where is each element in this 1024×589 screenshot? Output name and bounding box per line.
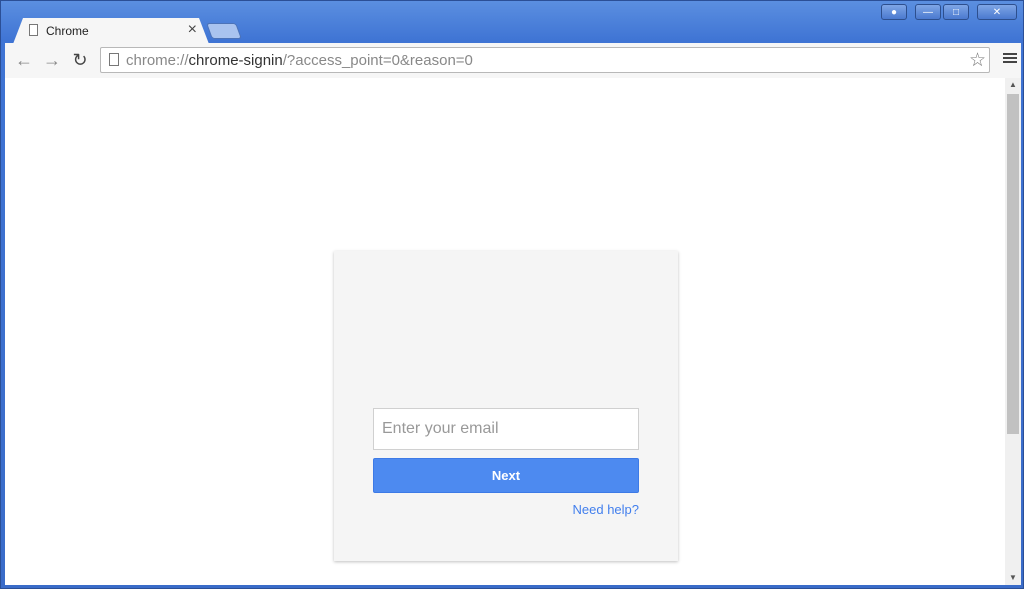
tab-close-icon[interactable]: × xyxy=(188,21,197,39)
email-field[interactable] xyxy=(373,408,639,450)
scrollbar-thumb[interactable] xyxy=(1007,94,1019,434)
minimize-button[interactable]: — xyxy=(915,4,941,20)
window-controls: ● — □ ✕ xyxy=(881,4,1017,20)
scroll-down-icon[interactable]: ▼ xyxy=(1005,571,1021,585)
close-window-button[interactable]: ✕ xyxy=(977,4,1017,20)
new-tab-button[interactable] xyxy=(206,23,242,39)
need-help-link[interactable]: Need help? xyxy=(573,502,640,517)
signin-card: Next Need help? xyxy=(334,251,678,561)
url-text: chrome://chrome-signin/?access_point=0&r… xyxy=(126,52,473,69)
user-icon[interactable]: ● xyxy=(881,4,907,20)
tab-chrome[interactable]: Chrome × xyxy=(13,18,209,44)
bookmark-star-icon[interactable]: ☆ xyxy=(969,49,986,72)
reload-icon[interactable]: ↻ xyxy=(69,49,91,71)
page-icon xyxy=(109,53,119,66)
address-bar[interactable]: chrome://chrome-signin/?access_point=0&r… xyxy=(100,47,990,73)
next-button[interactable]: Next xyxy=(373,458,639,493)
browser-window: ● — □ ✕ Chrome × ← → ↻ chrome://chrome-s… xyxy=(0,0,1024,589)
forward-icon[interactable]: → xyxy=(41,49,63,71)
toolbar: ← → ↻ chrome://chrome-signin/?access_poi… xyxy=(5,43,1021,79)
back-icon[interactable]: ← xyxy=(13,49,35,71)
scroll-up-icon[interactable]: ▲ xyxy=(1005,78,1021,92)
page-content: Next Need help? xyxy=(5,78,1005,585)
tab-title: Chrome xyxy=(46,24,89,38)
menu-icon[interactable] xyxy=(1003,50,1017,66)
scrollbar[interactable]: ▲ ▼ xyxy=(1005,78,1021,585)
page-icon xyxy=(29,24,38,36)
maximize-button[interactable]: □ xyxy=(943,4,969,20)
